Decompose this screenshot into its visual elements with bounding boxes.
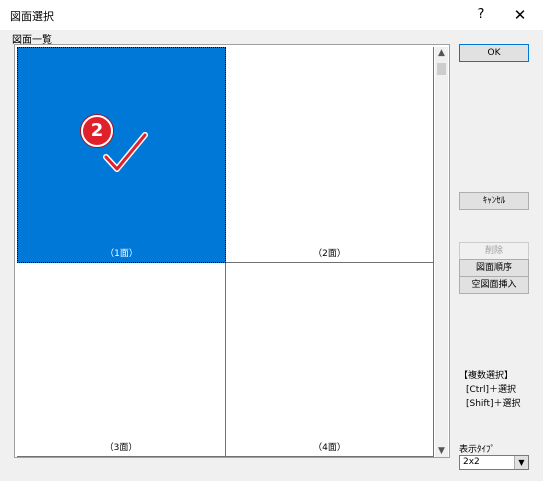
ctrl-select-hint: [Ctrl]＋選択: [466, 385, 517, 395]
ok-button[interactable]: OK: [459, 44, 529, 62]
drawing-select-dialog: 図面選択 ? ✕ 図面一覧 （1面） （2面） （3面） （4面） ▲ ▼ 2: [0, 0, 543, 481]
insert-blank-drawing-button[interactable]: 空図面挿入: [459, 276, 529, 294]
display-type-label: 表示ﾀｲﾌﾟ: [459, 445, 496, 455]
drawing-order-button[interactable]: 図面順序: [459, 259, 529, 277]
vertical-scrollbar[interactable]: ▲ ▼: [435, 47, 448, 457]
multi-select-hint-heading: 【複数選択】: [459, 371, 514, 381]
drawing-cell-label: （4面）: [313, 443, 346, 453]
checkmark-icon: [103, 132, 148, 172]
display-type-select[interactable]: 2x2 ▼: [459, 455, 529, 470]
drawing-cell-label: （1面）: [105, 249, 138, 259]
cancel-button[interactable]: ｷｬﾝｾﾙ: [459, 192, 529, 210]
help-button[interactable]: ?: [470, 6, 492, 24]
scroll-up-arrow-icon[interactable]: ▲: [435, 47, 448, 59]
drawing-cell-2[interactable]: （2面）: [226, 47, 434, 263]
delete-button[interactable]: 削除: [459, 242, 529, 260]
drawing-grid: （1面） （2面） （3面） （4面）: [17, 47, 434, 457]
scroll-thumb[interactable]: [437, 63, 446, 75]
shift-select-hint: [Shift]＋選択: [466, 399, 521, 409]
drawing-cell-4[interactable]: （4面）: [226, 263, 434, 457]
title-bar: 図面選択 ? ✕: [0, 0, 543, 30]
display-type-value: 2x2: [463, 457, 480, 467]
close-button[interactable]: ✕: [509, 6, 531, 24]
dropdown-arrow-icon[interactable]: ▼: [514, 456, 528, 469]
drawing-cell-label: （2面）: [313, 249, 346, 259]
scroll-down-arrow-icon[interactable]: ▼: [435, 445, 448, 457]
window-title: 図面選択: [10, 10, 54, 23]
drawing-list[interactable]: （1面） （2面） （3面） （4面） ▲ ▼ 2: [14, 44, 450, 458]
drawing-cell-3[interactable]: （3面）: [17, 263, 226, 457]
drawing-cell-label: （3面）: [104, 443, 138, 453]
